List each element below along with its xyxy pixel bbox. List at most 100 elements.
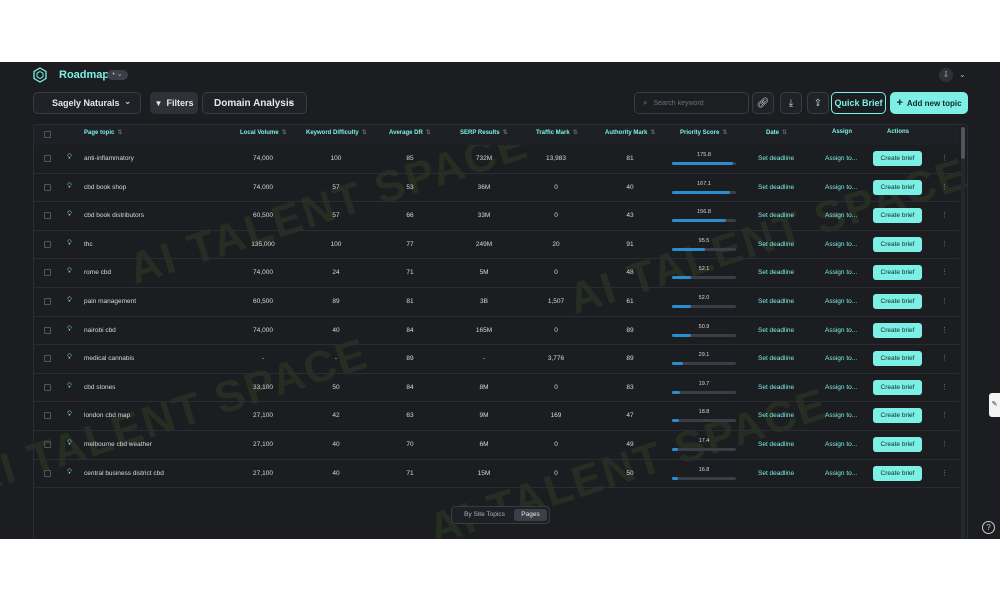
set-deadline-link[interactable]: Set deadline [758, 470, 794, 477]
more-options-icon[interactable]: ⋮ [941, 154, 948, 162]
share-button[interactable]: ⇪ [807, 92, 829, 114]
table-row[interactable]: 💡︎ rome cbd 74,000 24 71 5M 0 48 52.1 Set deadlin… [34, 259, 959, 288]
site-select[interactable]: Sagely Naturals ⌄ [33, 92, 141, 114]
row-checkbox[interactable] [44, 412, 51, 420]
row-checkbox[interactable] [44, 298, 51, 305]
table-scrollbar[interactable] [961, 127, 965, 539]
feedback-tab[interactable]: ✎ [989, 393, 1000, 417]
more-options-icon[interactable]: ⋮ [941, 297, 948, 305]
more-options-icon[interactable]: ⋮ [941, 183, 948, 191]
create-brief-button[interactable]: Create brief [873, 265, 922, 281]
assign-to-link[interactable]: Assign to... [825, 241, 857, 248]
table-row[interactable]: 💡︎ london cbd map 27,100 42 63 9M 169 47 18.8 Set… [34, 402, 959, 431]
table-row[interactable]: 💡︎ pain management 60,500 89 81 3B 1,507 61 52.0… [34, 288, 959, 317]
row-checkbox[interactable] [44, 469, 51, 477]
column-header[interactable]: Page topic ⇅ [84, 129, 122, 136]
row-checkbox[interactable] [44, 441, 51, 448]
more-options-icon[interactable]: ⋮ [941, 411, 948, 419]
table-row[interactable]: 💡︎ thc 135,000 100 77 249M 20 91 95.5 Set deadlin… [34, 231, 959, 260]
set-deadline-link[interactable]: Set deadline [758, 212, 794, 219]
column-header[interactable]: Average DR ⇅ [389, 129, 431, 136]
more-options-icon[interactable]: ⋮ [941, 354, 948, 362]
row-checkbox[interactable] [44, 240, 51, 248]
create-brief-button[interactable]: Create brief [873, 408, 922, 424]
column-header[interactable]: Traffic Mark ⇅ [536, 129, 578, 136]
assign-to-link[interactable]: Assign to... [825, 384, 857, 391]
set-deadline-link[interactable]: Set deadline [758, 355, 794, 362]
avatar[interactable]: ⇩ [939, 68, 953, 82]
create-brief-button[interactable]: Create brief [873, 179, 922, 195]
quick-brief-button[interactable]: Quick Brief [831, 92, 886, 114]
set-deadline-link[interactable]: Set deadline [758, 184, 794, 191]
table-row[interactable]: 💡︎ melbourne cbd weather 27,100 40 70 6M 0 49 17… [34, 431, 959, 460]
assign-to-link[interactable]: Assign to... [825, 155, 857, 162]
help-icon[interactable]: ? [982, 521, 995, 534]
column-header[interactable]: Date ⇅ [766, 129, 787, 136]
add-new-topic-button[interactable]: + Add new topic [890, 92, 968, 114]
row-checkbox[interactable] [44, 383, 51, 391]
assign-to-link[interactable]: Assign to... [825, 412, 857, 419]
row-checkbox[interactable] [44, 355, 51, 363]
set-deadline-link[interactable]: Set deadline [758, 327, 794, 334]
status-badge[interactable]: • ⌄ [107, 70, 128, 80]
more-options-icon[interactable]: ⋮ [941, 326, 948, 334]
column-header[interactable]: Keyword Difficulty ⇅ [306, 129, 367, 136]
create-brief-button[interactable]: Create brief [873, 322, 922, 338]
more-options-icon[interactable]: ⋮ [941, 469, 948, 477]
table-row[interactable]: 💡︎ anti-inflammatory 74,000 100 85 732M 13,983… [34, 145, 959, 174]
column-header[interactable]: Priority Score ⇅ [680, 129, 727, 136]
user-menu[interactable]: ⇩ ⌄ [939, 68, 969, 82]
table-row[interactable]: 💡︎ medical cannabis - - 89 - 3,776 89 29.1 Set de… [34, 345, 959, 374]
more-options-icon[interactable]: ⋮ [941, 383, 948, 391]
assign-to-link[interactable]: Assign to... [825, 269, 857, 276]
assign-to-link[interactable]: Assign to... [825, 298, 857, 305]
create-brief-button[interactable]: Create brief [873, 437, 922, 452]
table-row[interactable]: 💡︎ cbd book shop 74,000 57 53 36M 0 40 167.1 Set … [34, 174, 959, 203]
set-deadline-link[interactable]: Set deadline [758, 155, 794, 162]
create-brief-button[interactable]: Create brief [873, 351, 922, 367]
assign-to-link[interactable]: Assign to... [825, 355, 857, 362]
scrollbar-thumb[interactable] [961, 127, 965, 159]
row-checkbox[interactable] [44, 326, 51, 334]
search-box[interactable]: ⌕ [634, 92, 749, 114]
assign-to-link[interactable]: Assign to... [825, 441, 857, 448]
column-header[interactable]: SERP Results ⇅ [460, 129, 508, 136]
create-brief-button[interactable]: Create brief [873, 465, 922, 481]
table-row[interactable]: 💡︎ cbd book distributors 60,500 57 66 33M 0 43 1… [34, 202, 959, 231]
create-brief-button[interactable]: Create brief [873, 379, 922, 395]
create-brief-button[interactable]: Create brief [873, 151, 922, 166]
copy-link-button[interactable]: 🔗︎ [752, 92, 774, 114]
row-checkbox[interactable] [44, 212, 51, 220]
row-checkbox[interactable] [44, 155, 51, 162]
download-button[interactable]: ⤓ [780, 92, 802, 114]
set-deadline-link[interactable]: Set deadline [758, 269, 794, 276]
by-site-topics-tab[interactable]: By Site Topics [456, 509, 513, 521]
set-deadline-link[interactable]: Set deadline [758, 412, 794, 419]
assign-to-link[interactable]: Assign to... [825, 327, 857, 334]
table-row[interactable]: 💡︎ cbd stones 33,100 50 84 8M 0 83 19.7 Set deadl… [34, 374, 959, 403]
search-input[interactable] [653, 99, 744, 107]
set-deadline-link[interactable]: Set deadline [758, 298, 794, 305]
chevron-down-icon[interactable]: ⌄ [959, 68, 966, 82]
column-header[interactable]: Authority Mark ⇅ [605, 129, 655, 136]
create-brief-button[interactable]: Create brief [873, 294, 922, 309]
row-checkbox[interactable] [44, 183, 51, 191]
set-deadline-link[interactable]: Set deadline [758, 241, 794, 248]
more-options-icon[interactable]: ⋮ [941, 211, 948, 219]
domain-analysis-button[interactable]: Domain Analysis ⌄ [202, 92, 307, 114]
filters-button[interactable]: ▼ Filters [150, 92, 198, 114]
more-options-icon[interactable]: ⋮ [941, 240, 948, 248]
set-deadline-link[interactable]: Set deadline [758, 384, 794, 391]
table-row[interactable]: 💡︎ central business district cbd 27,100 40 7… [34, 460, 959, 489]
set-deadline-link[interactable]: Set deadline [758, 441, 794, 448]
more-options-icon[interactable]: ⋮ [941, 268, 948, 276]
select-all-checkbox[interactable] [44, 131, 51, 138]
assign-to-link[interactable]: Assign to... [825, 212, 857, 219]
create-brief-button[interactable]: Create brief [873, 208, 922, 224]
more-options-icon[interactable]: ⋮ [941, 440, 948, 448]
pages-tab[interactable]: Pages [514, 509, 547, 521]
table-row[interactable]: 💡︎ nairobi cbd 74,000 40 84 165M 0 89 50.9 Set de… [34, 317, 959, 346]
assign-to-link[interactable]: Assign to... [825, 184, 857, 191]
create-brief-button[interactable]: Create brief [873, 236, 922, 252]
column-header[interactable]: Local Volume ⇅ [240, 129, 287, 136]
